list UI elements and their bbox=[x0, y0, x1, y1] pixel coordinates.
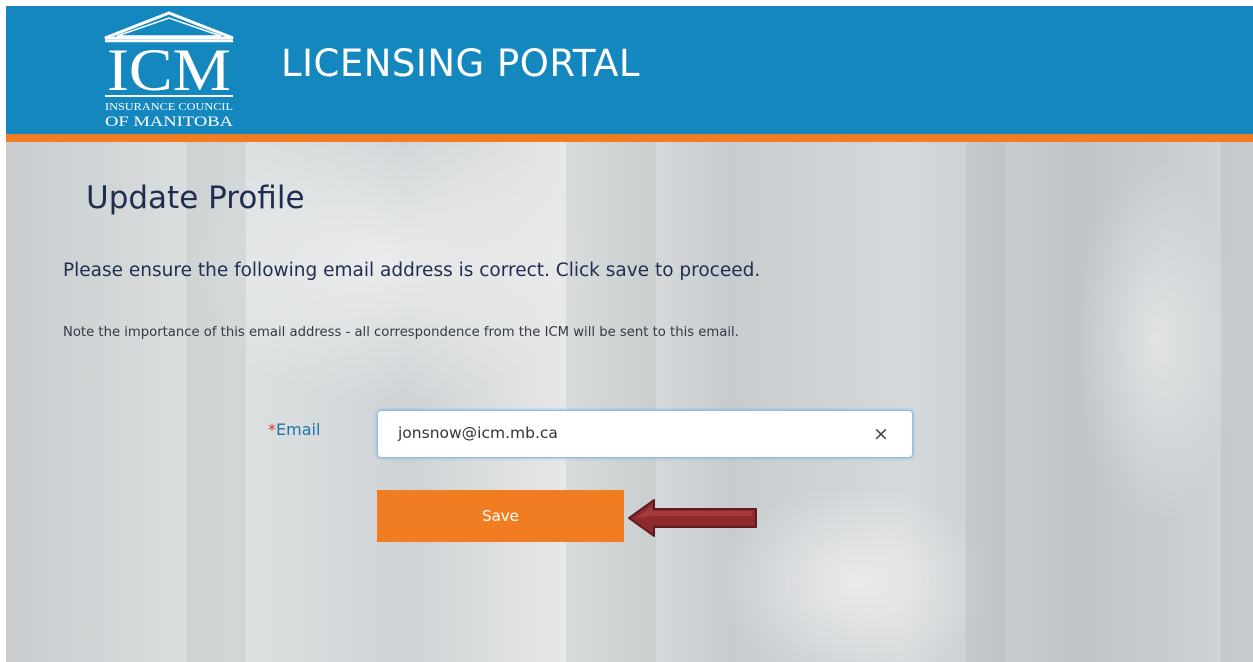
portal-title: LICENSING PORTAL bbox=[281, 42, 641, 85]
main-content: Update Profile Please ensure the followi… bbox=[6, 142, 1253, 662]
close-icon[interactable]: × bbox=[872, 423, 890, 445]
icm-logo[interactable]: ICM INSURANCE COUNCIL OF MANITOBA bbox=[99, 10, 239, 132]
background-shade bbox=[966, 142, 1006, 662]
instruction-text: Please ensure the following email addres… bbox=[63, 260, 761, 281]
email-input[interactable]: jonsnow@icm.mb.ca × bbox=[377, 410, 913, 458]
page-title: Update Profile bbox=[86, 180, 305, 216]
background-shade bbox=[186, 142, 246, 662]
background-shade bbox=[1221, 142, 1253, 662]
save-button[interactable]: Save bbox=[377, 490, 624, 542]
email-label: *Email bbox=[268, 420, 320, 439]
page-frame: ICM INSURANCE COUNCIL OF MANITOBA LICENS… bbox=[6, 6, 1253, 662]
background-shade bbox=[566, 142, 656, 662]
site-header: ICM INSURANCE COUNCIL OF MANITOBA LICENS… bbox=[6, 6, 1253, 134]
required-marker: * bbox=[268, 420, 276, 439]
logo-letters: ICM bbox=[107, 37, 231, 103]
left-arrow-icon bbox=[628, 499, 757, 537]
note-text: Note the importance of this email addres… bbox=[63, 325, 739, 340]
email-label-text: Email bbox=[276, 420, 321, 439]
logo-line2: OF MANITOBA bbox=[105, 114, 233, 130]
logo-line1: INSURANCE COUNCIL bbox=[105, 102, 233, 113]
header-accent-stripe bbox=[6, 134, 1253, 142]
email-value[interactable]: jonsnow@icm.mb.ca bbox=[398, 424, 558, 442]
